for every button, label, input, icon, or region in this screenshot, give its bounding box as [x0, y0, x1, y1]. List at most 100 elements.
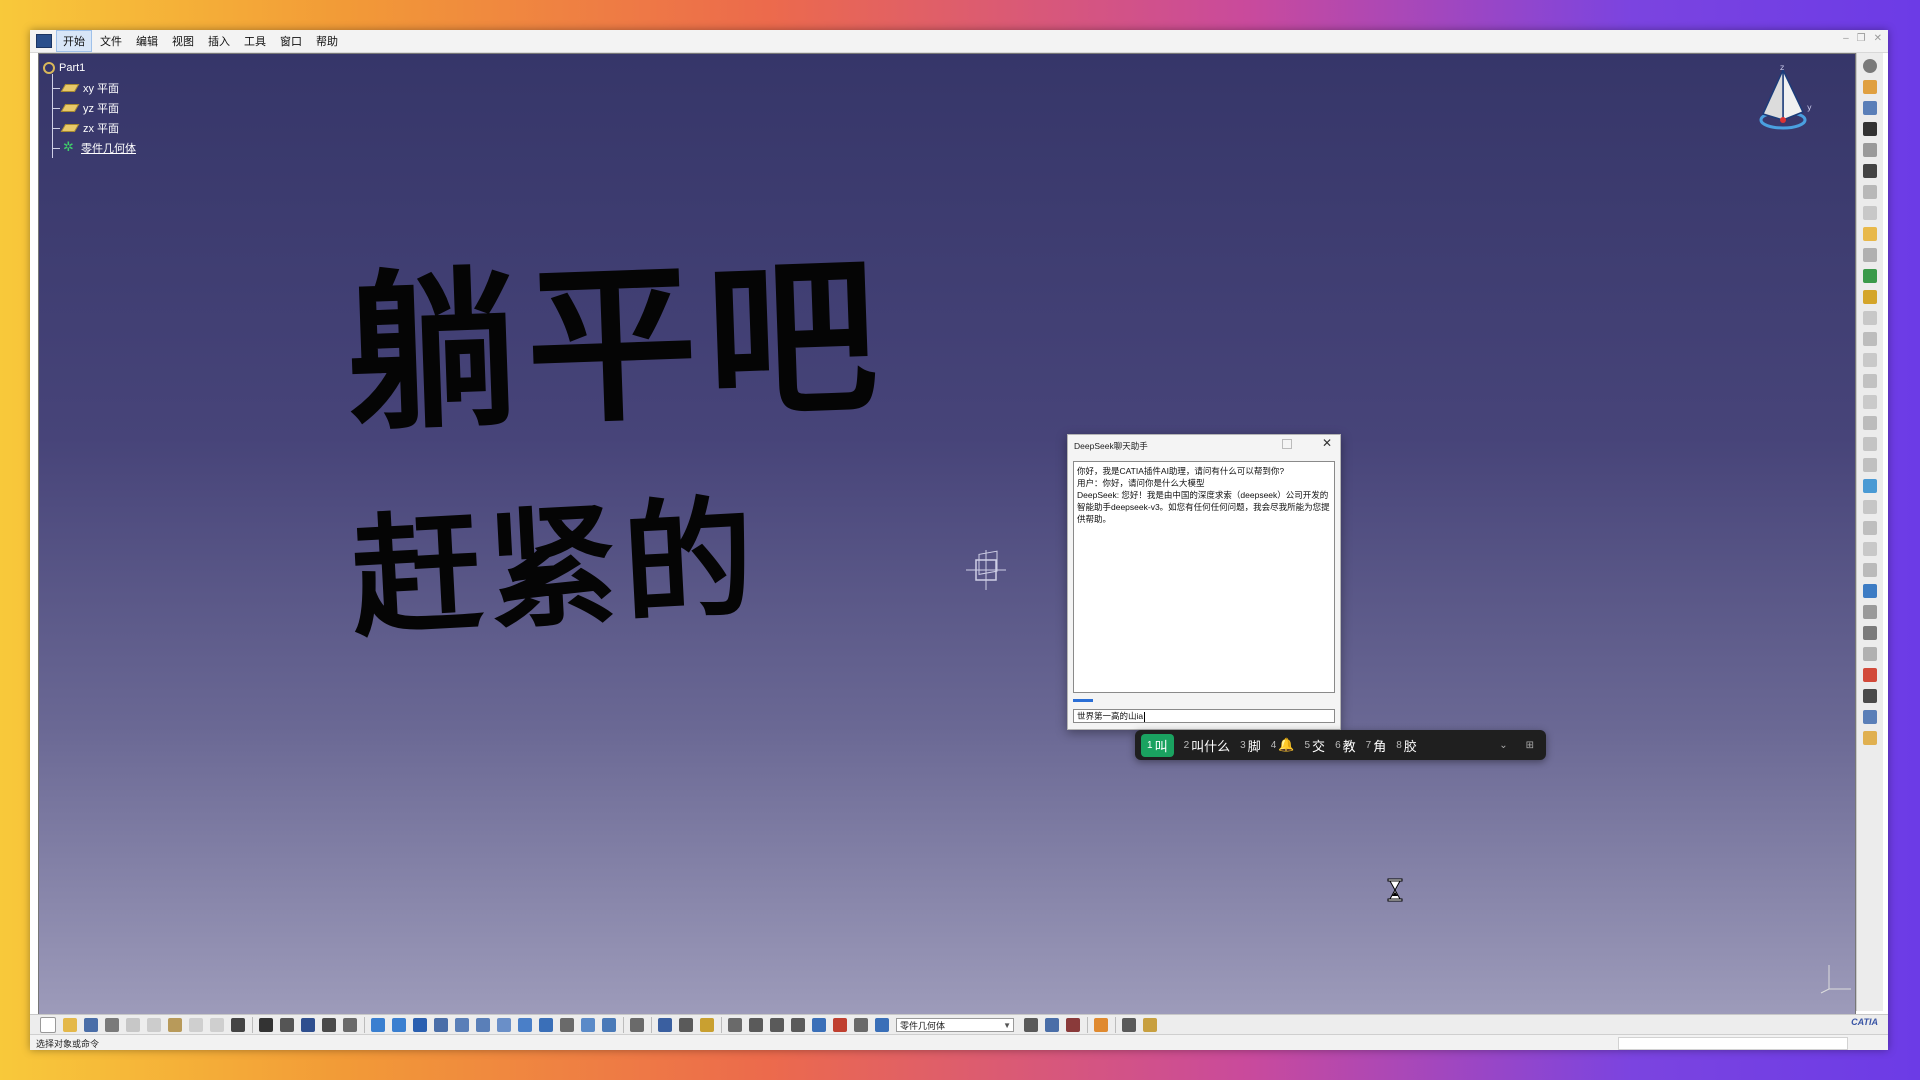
- restore-icon[interactable]: ❐: [1857, 33, 1866, 44]
- ime-candidate[interactable]: 7角: [1366, 736, 1387, 755]
- comment-icon[interactable]: [280, 1017, 294, 1032]
- menu-edit[interactable]: 编辑: [130, 31, 164, 51]
- thread-icon[interactable]: [1863, 416, 1877, 430]
- ime-candidate[interactable]: 1叫: [1141, 733, 1174, 757]
- ime-candidate[interactable]: 8胶: [1396, 736, 1417, 755]
- chat-input[interactable]: 世界第一高的山ia: [1073, 709, 1335, 723]
- remove-face-icon[interactable]: [1863, 437, 1877, 451]
- measure-inertia-icon[interactable]: [700, 1017, 714, 1032]
- catalog-icon[interactable]: [322, 1017, 336, 1032]
- ime-candidate[interactable]: 2 叫什么: [1184, 736, 1231, 755]
- fillet-icon[interactable]: [1863, 311, 1877, 325]
- swap-space-icon[interactable]: [602, 1017, 616, 1032]
- menu-help[interactable]: 帮助: [310, 31, 344, 51]
- close-surface-icon[interactable]: [1863, 521, 1877, 535]
- line-icon[interactable]: [1863, 710, 1877, 724]
- boolean-icon[interactable]: [1863, 605, 1877, 619]
- settings-icon[interactable]: [1863, 59, 1877, 73]
- tree-item-zx-plane[interactable]: zx 平面: [43, 118, 136, 138]
- fit-all-icon[interactable]: [392, 1017, 406, 1032]
- tree-item-xy-plane[interactable]: xy 平面: [43, 78, 136, 98]
- rib-icon[interactable]: [1863, 227, 1877, 241]
- fly-mode-icon[interactable]: [371, 1017, 385, 1032]
- table-icon[interactable]: [301, 1017, 315, 1032]
- iso-view-icon[interactable]: [539, 1017, 553, 1032]
- analysis-icon[interactable]: [1122, 1017, 1136, 1032]
- open-icon[interactable]: [63, 1017, 77, 1032]
- axis-system-icon[interactable]: [770, 1017, 784, 1032]
- work-object-select[interactable]: 零件几何体 ▼: [896, 1017, 1014, 1032]
- compass-icon[interactable]: z y: [1751, 62, 1821, 142]
- constraint-icon[interactable]: [1863, 668, 1877, 682]
- knowledge-icon[interactable]: [343, 1017, 357, 1032]
- menu-insert[interactable]: 插入: [202, 31, 236, 51]
- tree-item-part-body[interactable]: 零件几何体: [43, 138, 136, 158]
- deepseek-plugin-icon[interactable]: [1094, 1017, 1108, 1032]
- grid-menu-icon[interactable]: ⊞: [1526, 740, 1534, 751]
- apply-material-icon[interactable]: [1863, 647, 1877, 661]
- menu-start[interactable]: 开始: [56, 30, 92, 52]
- snap-icon[interactable]: [728, 1017, 742, 1032]
- measure-item-icon[interactable]: [679, 1017, 693, 1032]
- split-icon[interactable]: [1863, 479, 1877, 493]
- save-icon[interactable]: [84, 1017, 98, 1032]
- selection-sets-icon[interactable]: [791, 1017, 805, 1032]
- select-arrow-icon[interactable]: [1863, 80, 1877, 94]
- draft-icon[interactable]: [1863, 353, 1877, 367]
- hide-show-icon[interactable]: [581, 1017, 595, 1032]
- multi-view-icon[interactable]: [518, 1017, 532, 1032]
- normal-view-icon[interactable]: [497, 1017, 511, 1032]
- formula-icon[interactable]: [259, 1017, 273, 1032]
- catia-app-icon[interactable]: [36, 34, 52, 48]
- shaft-icon[interactable]: [1863, 164, 1877, 178]
- brush-icon[interactable]: [1024, 1017, 1038, 1032]
- menu-view[interactable]: 视图: [166, 31, 200, 51]
- groove-icon[interactable]: [1863, 185, 1877, 199]
- body-insert-icon[interactable]: [812, 1017, 826, 1032]
- menu-file[interactable]: 文件: [94, 31, 128, 51]
- zoom-out-icon[interactable]: [476, 1017, 490, 1032]
- pocket-icon[interactable]: [1863, 143, 1877, 157]
- undo-icon[interactable]: [189, 1017, 203, 1032]
- cut-icon[interactable]: [126, 1017, 140, 1032]
- rotate-icon[interactable]: [434, 1017, 448, 1032]
- solid-combine-icon[interactable]: [1863, 269, 1877, 283]
- pad-icon[interactable]: [1863, 122, 1877, 136]
- measure-between-icon[interactable]: [658, 1017, 672, 1032]
- sketch-icon[interactable]: [1863, 101, 1877, 115]
- whats-this-icon[interactable]: [231, 1017, 245, 1032]
- tree-item-yz-plane[interactable]: yz 平面: [43, 98, 136, 118]
- ime-candidate[interactable]: 6教: [1335, 736, 1356, 755]
- shell-icon[interactable]: [1863, 374, 1877, 388]
- chevron-down-icon[interactable]: ⌄: [1499, 740, 1507, 751]
- new-icon[interactable]: [40, 1016, 56, 1033]
- measure-icon[interactable]: [1863, 626, 1877, 640]
- shading-icon[interactable]: [560, 1017, 574, 1032]
- chat-history[interactable]: 你好，我是CATIA插件AI助理，请问有什么可以帮到你? 用户：你好，请问你是什…: [1073, 461, 1335, 693]
- print-icon[interactable]: [105, 1017, 119, 1032]
- macro-icon[interactable]: [1045, 1017, 1059, 1032]
- command-input[interactable]: [1618, 1037, 1848, 1050]
- scaling-icon[interactable]: [1863, 584, 1877, 598]
- plane-tool-icon[interactable]: [1863, 731, 1877, 745]
- ime-candidate[interactable]: 4 🔔: [1271, 737, 1295, 753]
- redo-icon[interactable]: [210, 1017, 224, 1032]
- chamfer-icon[interactable]: [1863, 332, 1877, 346]
- update-icon[interactable]: [630, 1017, 644, 1032]
- menu-tools[interactable]: 工具: [238, 31, 272, 51]
- close-icon[interactable]: ✕: [1322, 435, 1332, 451]
- ime-candidate[interactable]: 5交: [1304, 736, 1325, 755]
- zoom-in-icon[interactable]: [455, 1017, 469, 1032]
- grid-icon[interactable]: [749, 1017, 763, 1032]
- hybrid-body-icon[interactable]: [833, 1017, 847, 1032]
- multi-section-icon[interactable]: [1863, 290, 1877, 304]
- options-icon[interactable]: [1143, 1017, 1157, 1032]
- replace-face-icon[interactable]: [1863, 458, 1877, 472]
- hole-icon[interactable]: [1863, 206, 1877, 220]
- tree-root[interactable]: Part1: [43, 58, 136, 78]
- maximize-icon[interactable]: [1282, 439, 1292, 449]
- thickness-icon[interactable]: [1863, 395, 1877, 409]
- ime-candidate[interactable]: 3脚: [1240, 736, 1261, 755]
- work-object-icon[interactable]: [875, 1017, 889, 1032]
- 3d-viewport[interactable]: Part1 xy 平面 yz 平面 zx 平面 零件几何体 躺平吧 赶紧的: [38, 53, 1856, 1015]
